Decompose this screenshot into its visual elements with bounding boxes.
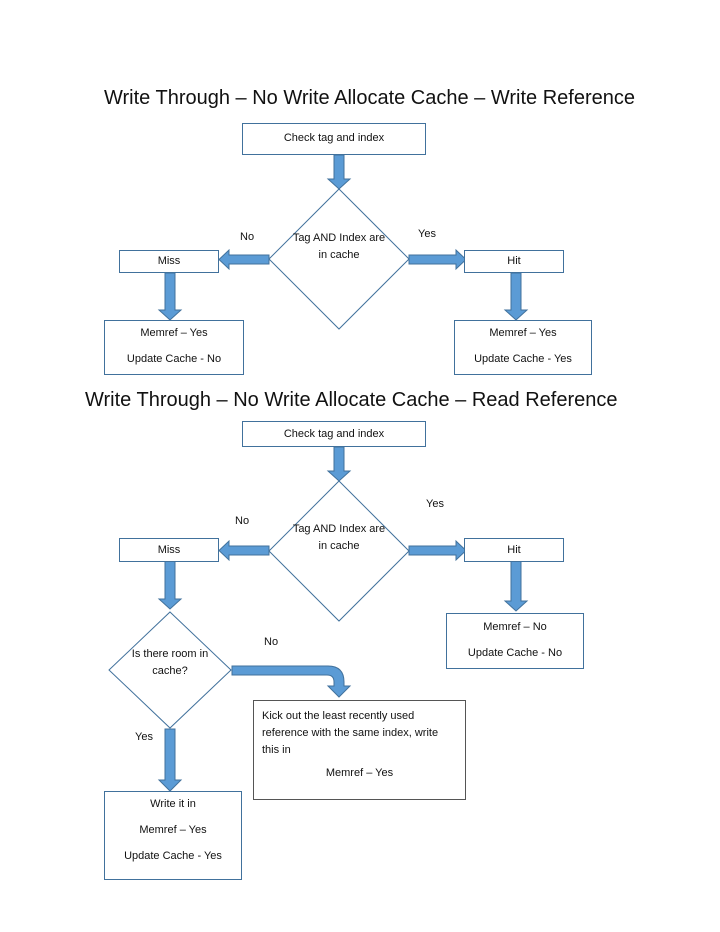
update-cache-line: Update Cache - Yes (124, 850, 222, 862)
decision-line: Index are (339, 523, 386, 535)
arrow-down-room-yes-to-write (157, 728, 183, 792)
room-decision-line: room in (171, 648, 209, 660)
hit-box: Hit (464, 250, 564, 273)
yes-label: Yes (426, 498, 444, 510)
decision-line: in cache (318, 540, 360, 552)
evict-line: this in (262, 744, 291, 756)
room-yes-label: Yes (135, 731, 153, 743)
arrow-down-start-to-decision (326, 154, 352, 190)
arrow-right-to-hit (408, 539, 467, 562)
memref-line: Memref – Yes (489, 327, 557, 339)
write-flow-title: Write Through – No Write Allocate Cache … (104, 87, 635, 109)
decision-line: Tag AND (292, 523, 337, 535)
arrow-right-to-hit (408, 248, 467, 271)
memref-line: Memref – No (483, 621, 547, 633)
room-decision-line: Is there (131, 648, 169, 660)
decision-text: Tag AND Index are in cache (289, 521, 389, 555)
memref-line: Memref – Yes (325, 767, 394, 779)
arrow-down-miss-to-result (157, 272, 183, 321)
no-label: No (240, 231, 255, 243)
no-label: No (235, 515, 250, 527)
hit-label: Hit (507, 544, 521, 556)
yes-label: Yes (418, 228, 436, 240)
arrow-down-hit-to-result (503, 560, 529, 612)
miss-label: Miss (157, 544, 181, 556)
hit-label: Hit (507, 255, 521, 267)
miss-label: Miss (157, 255, 181, 267)
miss-box: Miss (119, 538, 219, 562)
memref-line: Memref – Yes (140, 327, 208, 339)
decision-line: Index are (339, 232, 386, 244)
write-it-in-box: Write it in Memref – Yes Update Cache - … (104, 791, 242, 880)
hit-result-box: Memref – No Update Cache - No (446, 613, 584, 669)
arrow-left-to-miss (218, 248, 270, 271)
check-tag-index-label: Check tag and index (283, 428, 385, 440)
hit-result-box: Memref – Yes Update Cache - Yes (454, 320, 592, 375)
decision-text: Tag AND Index are in cache (289, 230, 389, 264)
decision-line: in cache (318, 249, 360, 261)
read-flow-title: Write Through – No Write Allocate Cache … (85, 389, 618, 411)
check-tag-index-box: Check tag and index (242, 123, 426, 155)
update-cache-line: Update Cache - No (126, 353, 222, 365)
check-tag-index-label: Check tag and index (283, 132, 385, 144)
update-cache-line: Update Cache - Yes (474, 353, 572, 365)
arrow-left-to-miss (218, 539, 270, 562)
write-it-in-line: Write it in (150, 798, 196, 810)
evict-box: Kick out the least recently used referen… (253, 700, 466, 800)
hit-box: Hit (464, 538, 564, 562)
arrow-down-miss-to-room (157, 560, 183, 610)
room-decision-line: cache? (152, 665, 188, 677)
check-tag-index-box: Check tag and index (242, 421, 426, 447)
evict-line: reference with the same index, write (262, 727, 439, 739)
arrow-down-hit-to-result (503, 272, 529, 321)
arrow-down-start-to-decision (326, 446, 352, 482)
evict-line: Kick out the least recently used (262, 710, 415, 722)
miss-box: Miss (119, 250, 219, 273)
miss-result-box: Memref – Yes Update Cache - No (104, 320, 244, 375)
room-decision-text: Is there room in cache? (125, 646, 215, 680)
update-cache-line: Update Cache - No (467, 647, 563, 659)
decision-line: Tag AND (292, 232, 337, 244)
memref-line: Memref – Yes (139, 824, 207, 836)
room-no-label: No (264, 636, 279, 648)
arrow-bent-room-no-to-evict (231, 665, 352, 698)
